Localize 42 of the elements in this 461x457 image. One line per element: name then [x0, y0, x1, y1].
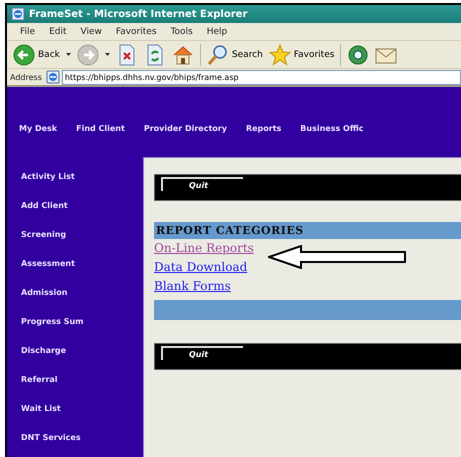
search-icon	[206, 44, 229, 66]
sidebar-link[interactable]: DNT Services	[21, 432, 143, 444]
address-field[interactable]: https://bhipps.dhhs.nv.gov/bhips/frame.asp	[62, 70, 461, 84]
sidebar-link[interactable]: Admission	[21, 287, 143, 299]
menu-item[interactable]: File	[19, 26, 36, 36]
home-icon	[172, 44, 194, 66]
favorites-button[interactable]: Favorites	[268, 44, 334, 66]
back-button[interactable]: Back	[13, 44, 60, 66]
home-button[interactable]	[172, 44, 194, 66]
forward-button[interactable]	[76, 44, 99, 66]
report-link[interactable]: On-Line Reports	[154, 239, 254, 258]
sidebar-link[interactable]: Referral	[21, 374, 143, 386]
sidebar-link[interactable]: Wait List	[21, 403, 143, 415]
nav-link[interactable]: Reports	[246, 124, 282, 132]
media-button[interactable]	[347, 44, 370, 66]
sidebar-link[interactable]: Assessment	[21, 258, 143, 270]
star-icon	[268, 44, 291, 66]
sidebar-link[interactable]: Discharge	[21, 345, 143, 357]
report-link[interactable]: Blank Forms	[154, 277, 231, 296]
address-label: Address	[10, 72, 42, 82]
section-heading: REPORT CATEGORIES	[154, 222, 461, 239]
nav-link[interactable]: My Desk	[19, 124, 58, 132]
media-icon	[347, 44, 370, 66]
nav-link[interactable]: Business Offic	[300, 124, 364, 132]
menu-item[interactable]: View	[80, 26, 103, 36]
caret-icon	[104, 53, 110, 56]
menu-item[interactable]: Tools	[170, 26, 194, 36]
sidebar-link[interactable]: Add Client	[21, 200, 143, 212]
menu-item[interactable]: Help	[206, 26, 228, 36]
quit-button[interactable]: Quit	[161, 177, 243, 191]
search-button[interactable]: Search	[206, 44, 263, 66]
nav-link[interactable]: Find Client	[76, 124, 125, 132]
menu-item[interactable]: Edit	[48, 26, 68, 36]
nav-link[interactable]: Provider Directory	[144, 124, 227, 132]
report-link[interactable]: Data Download	[154, 258, 248, 277]
window-title: FrameSet - Microsoft Internet Explorer	[29, 8, 248, 20]
sidebar-link[interactable]: Screening	[21, 229, 143, 241]
menu-item[interactable]: Favorites	[114, 26, 158, 36]
quit-button[interactable]: Quit	[161, 346, 243, 360]
sidebar-link[interactable]: Progress Sum	[21, 316, 143, 328]
caret-icon	[66, 53, 71, 56]
sidebar-link[interactable]: Activity List	[21, 171, 143, 183]
